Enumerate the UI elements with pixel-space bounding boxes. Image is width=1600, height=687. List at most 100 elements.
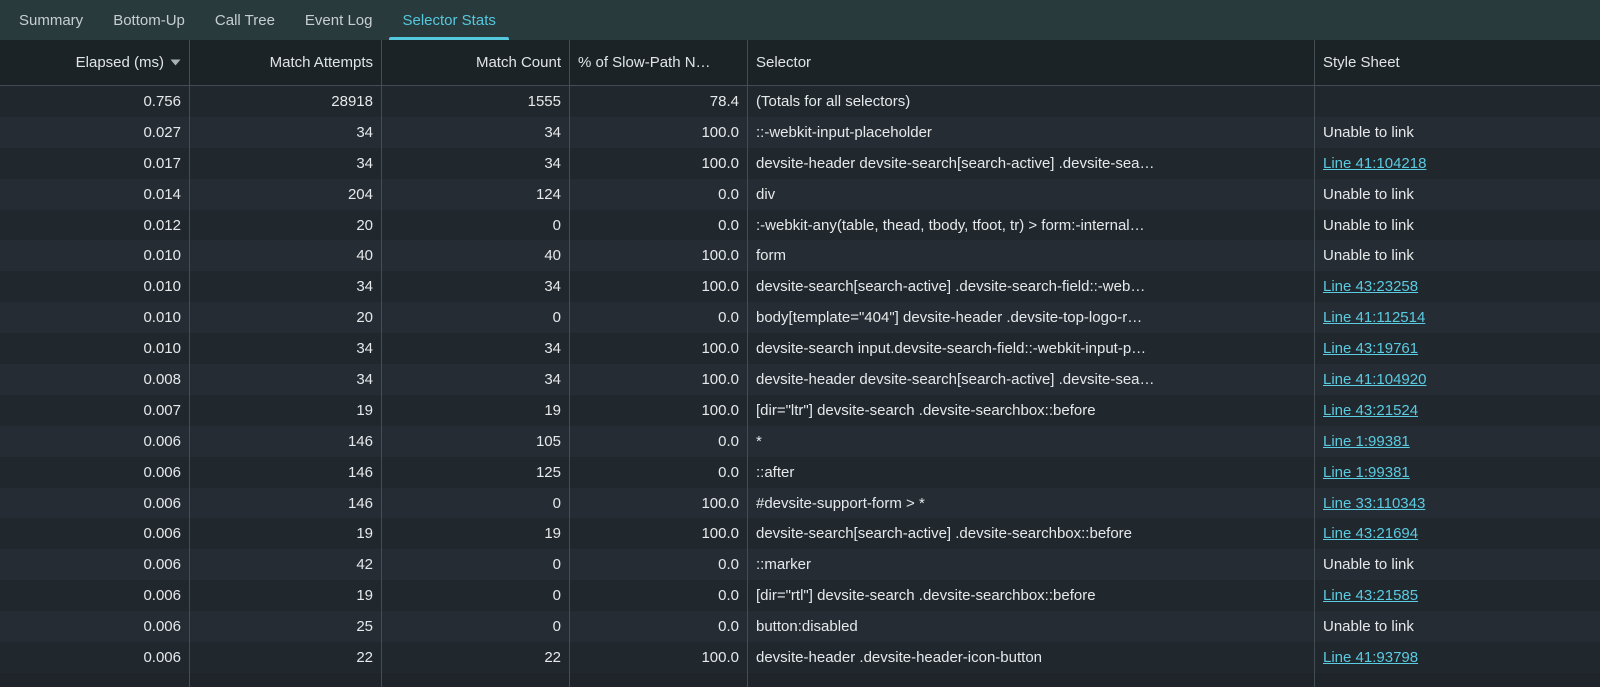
style-sheet-link[interactable]: Line 43:21694 — [1323, 525, 1418, 542]
style-sheet-cell: Line 41:104920 — [1315, 364, 1600, 395]
style-sheet-link[interactable]: Line 43:21524 — [1323, 402, 1418, 419]
elapsed-cell: 0.756 — [0, 86, 190, 117]
style-sheet-cell: Line 1:99381 — [1315, 457, 1600, 488]
filler-cell — [748, 673, 1315, 687]
table-row[interactable]: 0.0102000.0body[template="404"] devsite-… — [0, 302, 1600, 333]
column-header-match-count[interactable]: Match Count — [382, 40, 570, 85]
slow-path-cell: 100.0 — [570, 395, 748, 426]
style-sheet-link[interactable]: Line 43:19761 — [1323, 340, 1418, 357]
style-sheet-cell: Line 41:93798 — [1315, 642, 1600, 673]
selector-cell: devsite-header devsite-search[search-act… — [748, 148, 1315, 179]
table-row[interactable]: 0.0104040100.0formUnable to link — [0, 240, 1600, 271]
selector-cell: devsite-search input.devsite-search-fiel… — [748, 333, 1315, 364]
tab-selector-stats[interactable]: Selector Stats — [387, 0, 510, 40]
selector-cell: button:disabled — [748, 611, 1315, 642]
slow-path-cell: 0.0 — [570, 210, 748, 241]
elapsed-cell: 0.006 — [0, 611, 190, 642]
table-row[interactable]: 0.0071919100.0[dir="ltr"] devsite-search… — [0, 395, 1600, 426]
column-header-slow-path[interactable]: % of Slow-Path N… — [570, 40, 748, 85]
selector-cell: ::marker — [748, 549, 1315, 580]
style-sheet-link[interactable]: Line 1:99381 — [1323, 464, 1410, 481]
style-sheet-link[interactable]: Line 41:104218 — [1323, 155, 1426, 172]
slow-path-cell: 0.0 — [570, 302, 748, 333]
selector-cell: devsite-search[search-active] .devsite-s… — [748, 518, 1315, 549]
table-row[interactable]: 0.0064200.0::markerUnable to link — [0, 549, 1600, 580]
match-count-cell: 34 — [382, 148, 570, 179]
style-sheet-cell: Line 33:110343 — [1315, 488, 1600, 519]
match-count-cell: 34 — [382, 333, 570, 364]
tab-summary[interactable]: Summary — [4, 0, 98, 40]
slow-path-cell: 0.0 — [570, 580, 748, 611]
style-sheet-cell: Line 41:112514 — [1315, 302, 1600, 333]
match-attempts-cell: 19 — [190, 395, 382, 426]
table-row[interactable]: 0.0061900.0[dir="rtl"] devsite-search .d… — [0, 580, 1600, 611]
column-header-match-attempts[interactable]: Match Attempts — [190, 40, 382, 85]
elapsed-cell: 0.027 — [0, 117, 190, 148]
style-sheet-cell: Line 1:99381 — [1315, 426, 1600, 457]
column-header-elapsed[interactable]: Elapsed (ms) — [0, 40, 190, 85]
table-row[interactable]: 0.0062222100.0devsite-header .devsite-he… — [0, 642, 1600, 673]
match-count-cell: 34 — [382, 271, 570, 302]
match-count-cell: 0 — [382, 210, 570, 241]
table-row[interactable]: 0.0173434100.0devsite-header devsite-sea… — [0, 148, 1600, 179]
table-row[interactable]: 0.0103434100.0devsite-search[search-acti… — [0, 271, 1600, 302]
match-count-cell: 1555 — [382, 86, 570, 117]
table-row[interactable]: 0.0273434100.0::-webkit-input-placeholde… — [0, 117, 1600, 148]
style-sheet-link[interactable]: Line 33:110343 — [1323, 495, 1425, 512]
tab-call-tree[interactable]: Call Tree — [200, 0, 290, 40]
table-row[interactable]: 0.0142041240.0divUnable to link — [0, 179, 1600, 210]
slow-path-cell: 0.0 — [570, 549, 748, 580]
style-sheet-cell: Line 41:104218 — [1315, 148, 1600, 179]
table-row[interactable]: 0.0083434100.0devsite-header devsite-sea… — [0, 364, 1600, 395]
table-row[interactable]: 0.0122000.0:-webkit-any(table, thead, tb… — [0, 210, 1600, 241]
elapsed-cell: 0.010 — [0, 271, 190, 302]
table-row[interactable]: 0.0062500.0button:disabledUnable to link — [0, 611, 1600, 642]
match-count-cell: 0 — [382, 302, 570, 333]
table-row[interactable]: 0.75628918155578.4(Totals for all select… — [0, 86, 1600, 117]
tab-event-log[interactable]: Event Log — [290, 0, 388, 40]
selector-cell: form — [748, 240, 1315, 271]
style-sheet-cell — [1315, 86, 1600, 117]
slow-path-cell: 100.0 — [570, 364, 748, 395]
match-count-cell: 34 — [382, 364, 570, 395]
style-sheet-link[interactable]: Line 43:23258 — [1323, 278, 1418, 295]
table-row[interactable]: 0.0061919100.0devsite-search[search-acti… — [0, 518, 1600, 549]
style-sheet-cell: Line 43:21585 — [1315, 580, 1600, 611]
selector-stats-table: Elapsed (ms) Match Attempts Match Count … — [0, 40, 1600, 687]
match-attempts-cell: 34 — [190, 271, 382, 302]
match-attempts-cell: 25 — [190, 611, 382, 642]
slow-path-cell: 78.4 — [570, 86, 748, 117]
table-row[interactable]: 0.0061461250.0::afterLine 1:99381 — [0, 457, 1600, 488]
style-sheet-link[interactable]: Line 1:99381 — [1323, 433, 1410, 450]
elapsed-cell: 0.006 — [0, 457, 190, 488]
match-attempts-cell: 146 — [190, 488, 382, 519]
column-header-selector[interactable]: Selector — [748, 40, 1315, 85]
selector-cell: (Totals for all selectors) — [748, 86, 1315, 117]
column-header-style-sheet[interactable]: Style Sheet — [1315, 40, 1600, 85]
style-sheet-link[interactable]: Line 41:112514 — [1323, 309, 1425, 326]
table-row[interactable]: 0.0061460100.0#devsite-support-form > *L… — [0, 488, 1600, 519]
table-row[interactable]: 0.0061461050.0*Line 1:99381 — [0, 426, 1600, 457]
tab-bar: Summary Bottom-Up Call Tree Event Log Se… — [0, 0, 1600, 40]
style-sheet-link[interactable]: Line 43:21585 — [1323, 587, 1418, 604]
style-sheet-cell: Line 43:19761 — [1315, 333, 1600, 364]
elapsed-cell: 0.012 — [0, 210, 190, 241]
match-attempts-cell: 34 — [190, 364, 382, 395]
match-count-cell: 0 — [382, 549, 570, 580]
match-attempts-cell: 34 — [190, 117, 382, 148]
tab-bottom-up[interactable]: Bottom-Up — [98, 0, 200, 40]
elapsed-cell: 0.007 — [0, 395, 190, 426]
selector-cell: #devsite-support-form > * — [748, 488, 1315, 519]
slow-path-cell: 0.0 — [570, 457, 748, 488]
table-row[interactable]: 0.0103434100.0devsite-search input.devsi… — [0, 333, 1600, 364]
match-count-cell: 22 — [382, 642, 570, 673]
match-count-cell: 124 — [382, 179, 570, 210]
match-count-cell: 19 — [382, 395, 570, 426]
match-attempts-cell: 19 — [190, 580, 382, 611]
style-sheet-link[interactable]: Line 41:104920 — [1323, 371, 1426, 388]
style-sheet-link[interactable]: Line 41:93798 — [1323, 649, 1418, 666]
elapsed-cell: 0.006 — [0, 580, 190, 611]
style-sheet-text: Unable to link — [1323, 556, 1414, 573]
selector-cell: devsite-header devsite-search[search-act… — [748, 364, 1315, 395]
elapsed-cell: 0.010 — [0, 302, 190, 333]
